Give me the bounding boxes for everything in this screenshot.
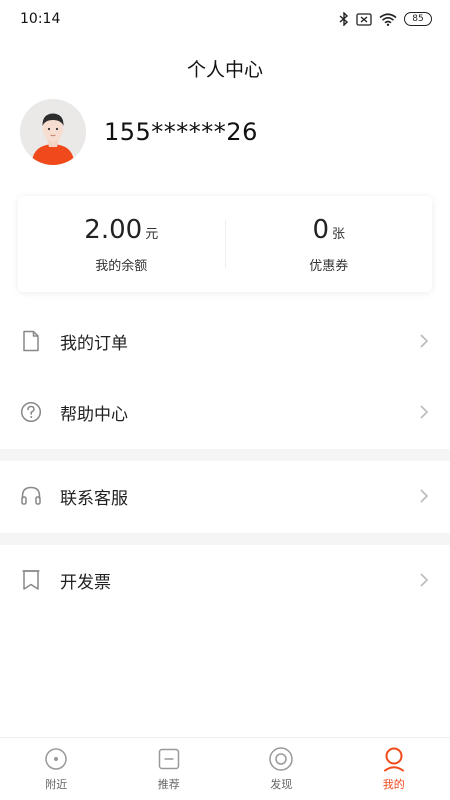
menu-item-invoice[interactable]: 开发票 [0, 550, 450, 610]
recommend-icon [156, 746, 182, 772]
tab-recommend[interactable]: 推荐 [113, 738, 226, 800]
bluetooth-icon [339, 12, 349, 26]
menu-item-orders[interactable]: 我的订单 [0, 311, 450, 371]
tab-mine[interactable]: 我的 [338, 738, 450, 800]
balance-amount: 2.00 [84, 214, 143, 245]
menu-label-invoice: 开发票 [60, 572, 111, 593]
balance-section[interactable]: 2.00 元 我的余额 [18, 215, 225, 274]
coupon-unit: 张 [332, 226, 346, 242]
chevron-right-icon [420, 489, 429, 503]
menu-item-customer-service[interactable]: 联系客服 [0, 466, 450, 526]
balance-unit: 元 [145, 226, 159, 242]
no-sim-icon [356, 12, 372, 26]
receipt-icon [20, 569, 42, 591]
coupon-count: 0 [312, 214, 330, 245]
chevron-right-icon [420, 405, 429, 419]
chevron-right-icon [420, 334, 429, 348]
wallet-card: 2.00 元 我的余额 0 张 优惠券 [18, 196, 432, 292]
tab-nearby[interactable]: 附近 [0, 738, 113, 800]
profile-section[interactable]: 155******26 [20, 98, 258, 166]
bottom-tab-bar: 附近 推荐 发现 我的 [0, 737, 450, 800]
discover-icon [268, 746, 294, 772]
balance-value: 2.00 元 [84, 215, 158, 245]
menu-label-help: 帮助中心 [60, 404, 128, 425]
status-icons: 85 [339, 12, 432, 26]
balance-label: 我的余额 [95, 258, 148, 274]
page-title-bar: 个人中心 [0, 48, 450, 88]
tab-label-mine: 我的 [382, 778, 405, 791]
document-icon [20, 330, 42, 352]
section-gap [0, 449, 450, 461]
coupon-value: 0 张 [312, 215, 345, 245]
user-icon [381, 746, 407, 772]
user-phone: 155******26 [104, 118, 258, 146]
location-icon [43, 746, 69, 772]
headset-icon [20, 485, 42, 507]
menu-label-customer-service: 联系客服 [60, 488, 128, 509]
tab-label-discover: 发现 [270, 778, 293, 791]
menu-label-orders: 我的订单 [60, 333, 128, 354]
question-icon [20, 401, 42, 423]
chevron-right-icon [420, 573, 429, 587]
tab-label-recommend: 推荐 [157, 778, 180, 791]
coupon-label: 优惠券 [309, 258, 349, 274]
avatar-image [20, 99, 86, 165]
avatar[interactable] [20, 99, 86, 165]
status-time: 10:14 [20, 11, 61, 27]
status-bar: 10:14 85 [0, 0, 450, 38]
page-title: 个人中心 [186, 58, 263, 81]
tab-label-nearby: 附近 [45, 778, 68, 791]
coupon-section[interactable]: 0 张 优惠券 [226, 215, 433, 274]
tab-discover[interactable]: 发现 [225, 738, 338, 800]
section-gap [0, 533, 450, 545]
battery-indicator: 85 [404, 12, 432, 26]
wifi-icon [379, 12, 397, 26]
menu-item-help[interactable]: 帮助中心 [0, 382, 450, 442]
